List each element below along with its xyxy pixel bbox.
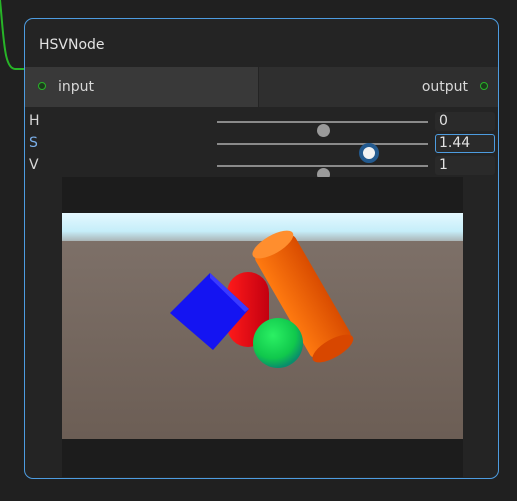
preview-image xyxy=(62,177,463,477)
port-row: input output xyxy=(25,67,498,107)
output-port-connector-icon[interactable] xyxy=(480,82,488,90)
param-row-s: S 1.44 xyxy=(25,133,498,163)
slider-s[interactable] xyxy=(217,143,428,163)
output-port[interactable]: output xyxy=(259,67,498,107)
node-title: HSVNode xyxy=(39,37,105,53)
hsv-node[interactable]: HSVNode input output H 0 S 1.44 V 1 xyxy=(24,18,499,479)
slider-v[interactable] xyxy=(217,165,428,181)
value-field-s[interactable]: 1.44 xyxy=(435,134,495,153)
param-row-v: V 1 xyxy=(25,155,498,181)
value-field-h[interactable]: 0 xyxy=(435,112,495,131)
value-field-v[interactable]: 1 xyxy=(435,156,495,175)
input-port-connector-icon[interactable] xyxy=(38,82,46,90)
param-label-v: V xyxy=(29,157,39,173)
output-port-label: output xyxy=(421,79,468,95)
param-label-h: H xyxy=(29,113,40,129)
param-label-s: S xyxy=(29,135,38,151)
param-row-h: H 0 xyxy=(25,111,498,137)
input-port[interactable]: input xyxy=(25,67,258,107)
slider-h[interactable] xyxy=(217,121,428,137)
graph-canvas[interactable]: HSVNode input output H 0 S 1.44 V 1 xyxy=(0,0,517,501)
input-port-label: input xyxy=(58,79,95,95)
sphere-icon xyxy=(253,318,303,368)
